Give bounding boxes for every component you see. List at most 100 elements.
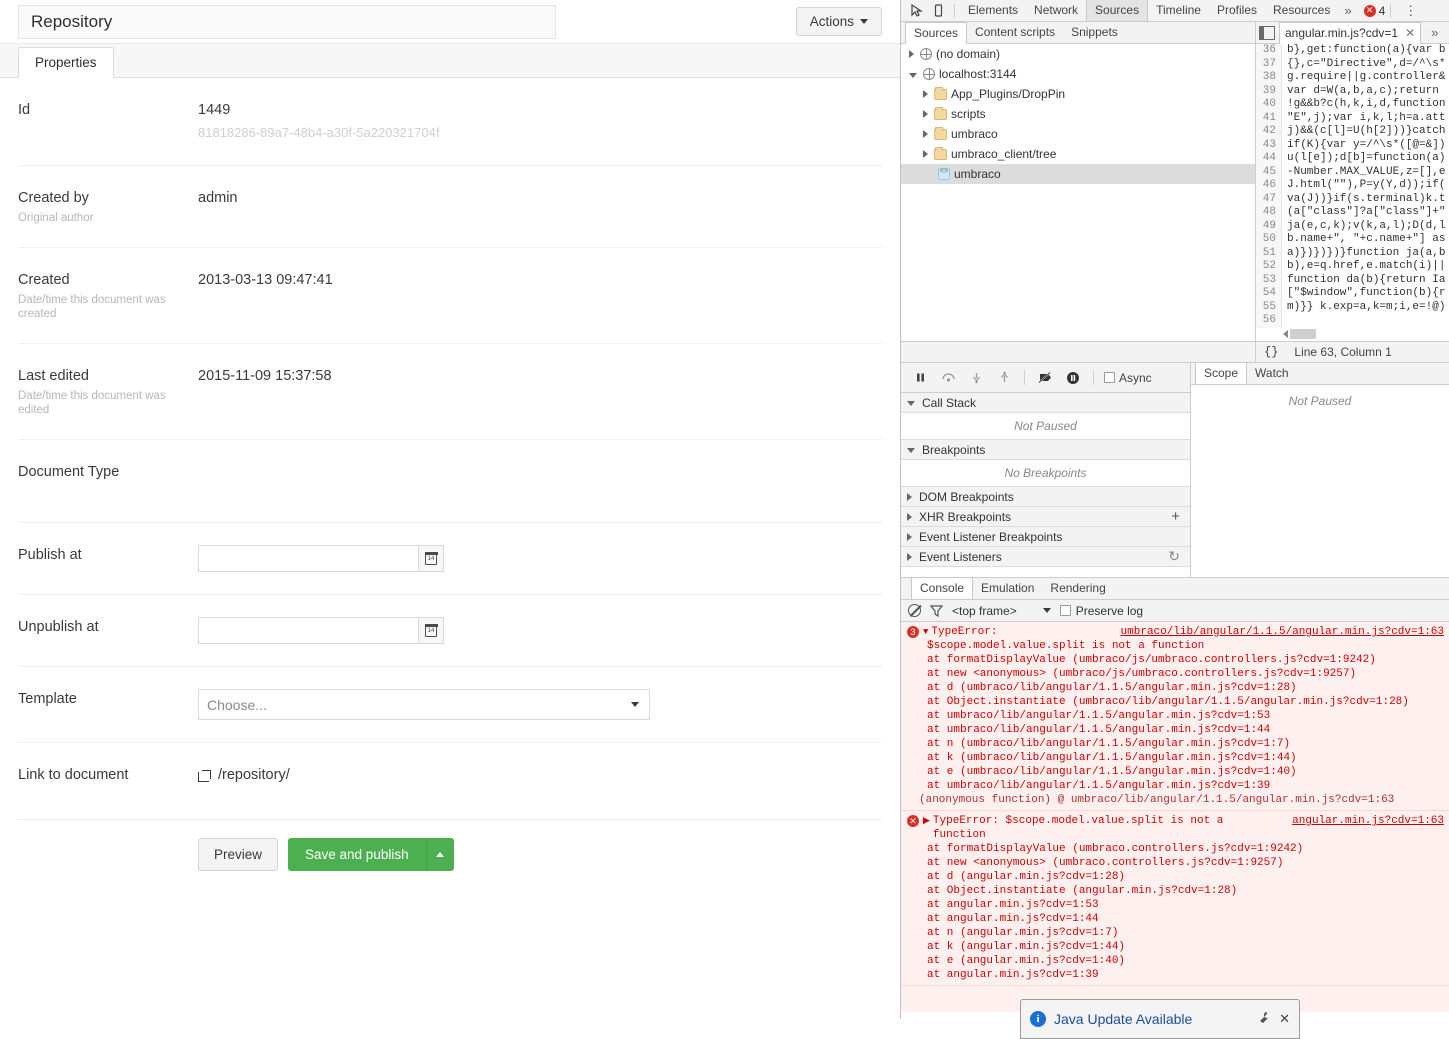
- stack-frame[interactable]: at angular.min.js?cdv=1:53: [927, 898, 1449, 912]
- source-code-editor[interactable]: 36 b},get:function(a){var b 37 {},c="Direc…: [1256, 44, 1449, 341]
- wrench-icon[interactable]: [1258, 1011, 1271, 1027]
- tree-item-no-domain[interactable]: (no domain): [901, 44, 1255, 64]
- tree-item-scripts[interactable]: scripts: [901, 104, 1255, 124]
- async-checkbox[interactable]: Async: [1104, 371, 1152, 385]
- file-tabs-overflow-button[interactable]: »: [1425, 25, 1444, 40]
- console-message-source-link[interactable]: angular.min.js?cdv=1:63: [1292, 814, 1444, 828]
- subtab-sources[interactable]: Sources: [905, 21, 968, 44]
- add-xhr-breakpoint-icon[interactable]: +: [1171, 508, 1184, 525]
- stack-frame[interactable]: at umbraco/lib/angular/1.1.5/angular.min…: [927, 779, 1449, 793]
- section-breakpoints[interactable]: Breakpoints: [901, 440, 1190, 460]
- step-over-icon[interactable]: [935, 366, 961, 390]
- clear-console-icon[interactable]: [908, 604, 921, 617]
- preserve-log-checkbox[interactable]: Preserve log: [1059, 604, 1143, 618]
- actions-button[interactable]: Actions: [795, 7, 882, 36]
- document-title-input[interactable]: Repository: [18, 4, 556, 39]
- save-and-publish-dropdown-button[interactable]: [425, 838, 454, 871]
- stack-frame[interactable]: at e (angular.min.js?cdv=1:40): [927, 954, 1449, 968]
- scope-empty-state: Not Paused: [1191, 385, 1449, 577]
- devtools-menu-icon[interactable]: ⋮: [1404, 4, 1417, 17]
- close-icon[interactable]: ✕: [1405, 26, 1415, 40]
- deactivate-breakpoints-icon[interactable]: [1032, 366, 1058, 390]
- save-and-publish-button[interactable]: Save and publish: [288, 838, 426, 871]
- console-anonymous-origin[interactable]: (anonymous function) @ umbraco/lib/angul…: [901, 793, 1449, 807]
- tab-watch[interactable]: Watch: [1247, 363, 1297, 384]
- open-file-tab[interactable]: angular.min.js?cdv=1 ✕: [1279, 21, 1422, 44]
- step-out-icon[interactable]: [991, 366, 1017, 390]
- section-call-stack[interactable]: Call Stack: [901, 393, 1190, 413]
- tab-network[interactable]: Network: [1026, 0, 1086, 21]
- execution-context-selector[interactable]: <top frame>: [952, 604, 1051, 618]
- tree-item-app-plugins-droppin[interactable]: App_Plugins/DropPin: [901, 84, 1255, 104]
- close-icon[interactable]: ✕: [1279, 1011, 1290, 1027]
- subtab-snippets[interactable]: Snippets: [1063, 22, 1126, 43]
- tab-profiles[interactable]: Profiles: [1209, 0, 1265, 21]
- stack-frame[interactable]: at d (angular.min.js?cdv=1:28): [927, 870, 1449, 884]
- scrollbar-thumb[interactable]: [1290, 329, 1316, 339]
- filter-icon[interactable]: [929, 604, 944, 617]
- chevron-right-icon[interactable]: ▶: [923, 814, 930, 828]
- stack-frame[interactable]: at n (umbraco/lib/angular/1.1.5/angular.…: [927, 737, 1449, 751]
- tree-item-localhost[interactable]: localhost:3144: [901, 64, 1255, 84]
- stack-frame[interactable]: at k (umbraco/lib/angular/1.1.5/angular.…: [927, 751, 1449, 765]
- stack-frame[interactable]: at angular.min.js?cdv=1:39: [927, 968, 1449, 982]
- stack-frame[interactable]: at umbraco/lib/angular/1.1.5/angular.min…: [927, 709, 1449, 723]
- stack-frame[interactable]: at new <anonymous> (umbraco/js/umbraco.c…: [927, 667, 1449, 681]
- subtab-content-scripts[interactable]: Content scripts: [967, 22, 1063, 43]
- tree-item-umbraco-client-tree[interactable]: umbraco_client/tree: [901, 144, 1255, 164]
- pretty-print-button[interactable]: {}: [1256, 345, 1286, 359]
- unpublish-at-calendar-button[interactable]: [418, 617, 444, 644]
- tab-rendering[interactable]: Rendering: [1042, 578, 1113, 599]
- scroll-left-icon[interactable]: [1283, 330, 1288, 338]
- refresh-event-listeners-icon[interactable]: ↻: [1168, 548, 1184, 565]
- tree-item-umbraco-folder[interactable]: umbraco: [901, 124, 1255, 144]
- stack-frame[interactable]: at angular.min.js?cdv=1:44: [927, 912, 1449, 926]
- tabs-overflow-button[interactable]: »: [1338, 3, 1357, 18]
- section-dom-breakpoints[interactable]: DOM Breakpoints: [901, 487, 1190, 507]
- console-message[interactable]: ✕ ▶ TypeError: $scope.model.value.split …: [901, 811, 1449, 986]
- document-link[interactable]: /repository/: [198, 765, 882, 785]
- stack-frame[interactable]: at k (angular.min.js?cdv=1:44): [927, 940, 1449, 954]
- property-label-text: Id: [18, 102, 31, 118]
- editor-horizontal-scrollbar[interactable]: [1283, 329, 1316, 339]
- stack-frame[interactable]: at formatDisplayValue (umbraco.controlle…: [927, 842, 1449, 856]
- toggle-navigator-sidebar-icon[interactable]: [1259, 25, 1275, 40]
- stack-frame[interactable]: at new <anonymous> (umbraco.controllers.…: [927, 856, 1449, 870]
- tree-item-umbraco-file[interactable]: umbraco: [901, 164, 1255, 184]
- stack-frame[interactable]: at n (angular.min.js?cdv=1:7): [927, 926, 1449, 940]
- inspect-element-icon[interactable]: [905, 1, 927, 21]
- section-xhr-breakpoints[interactable]: XHR Breakpoints +: [901, 507, 1190, 527]
- unpublish-at-input[interactable]: [198, 617, 418, 644]
- tab-sources[interactable]: Sources: [1086, 0, 1149, 21]
- template-select[interactable]: Choose...: [198, 689, 650, 720]
- stack-frame[interactable]: at umbraco/lib/angular/1.1.5/angular.min…: [927, 723, 1449, 737]
- stack-frame[interactable]: at e (umbraco/lib/angular/1.1.5/angular.…: [927, 765, 1449, 779]
- pause-on-exceptions-icon[interactable]: [1060, 366, 1086, 390]
- console-messages[interactable]: 3 ▼ TypeError: umbraco/lib/angular/1.1.5…: [901, 622, 1449, 1012]
- tab-properties[interactable]: Properties: [18, 47, 114, 78]
- publish-at-input[interactable]: [198, 545, 418, 572]
- code-line: 44 u(l[e]);d[b]=function(a): [1256, 152, 1449, 166]
- tab-scope[interactable]: Scope: [1195, 362, 1248, 384]
- stack-frame[interactable]: at d (umbraco/lib/angular/1.1.5/angular.…: [927, 681, 1449, 695]
- section-event-listeners[interactable]: Event Listeners ↻: [901, 547, 1190, 567]
- console-message-source-link[interactable]: umbraco/lib/angular/1.1.5/angular.min.js…: [1121, 625, 1444, 639]
- section-event-listener-breakpoints[interactable]: Event Listener Breakpoints: [901, 527, 1190, 547]
- stack-frame[interactable]: at formatDisplayValue (umbraco/js/umbrac…: [927, 653, 1449, 667]
- pause-resume-icon[interactable]: [907, 366, 933, 390]
- console-message[interactable]: 3 ▼ TypeError: umbraco/lib/angular/1.1.5…: [901, 622, 1449, 811]
- step-into-icon[interactable]: [963, 366, 989, 390]
- chevron-down-icon[interactable]: ▼: [923, 625, 928, 639]
- tab-resources[interactable]: Resources: [1265, 0, 1338, 21]
- tab-emulation[interactable]: Emulation: [973, 578, 1042, 599]
- tab-timeline[interactable]: Timeline: [1148, 0, 1209, 21]
- stack-frame[interactable]: at Object.instantiate (angular.min.js?cd…: [927, 884, 1449, 898]
- error-count-badge[interactable]: ✕ 4: [1363, 4, 1385, 18]
- stack-frame[interactable]: at Object.instantiate (umbraco/lib/angul…: [927, 695, 1449, 709]
- publish-at-calendar-button[interactable]: [418, 545, 444, 572]
- java-update-notification[interactable]: i Java Update Available ✕: [1020, 999, 1300, 1039]
- tab-elements[interactable]: Elements: [960, 0, 1026, 21]
- tab-console[interactable]: Console: [911, 577, 974, 599]
- device-toolbar-icon[interactable]: [927, 1, 949, 21]
- preview-button[interactable]: Preview: [198, 838, 279, 871]
